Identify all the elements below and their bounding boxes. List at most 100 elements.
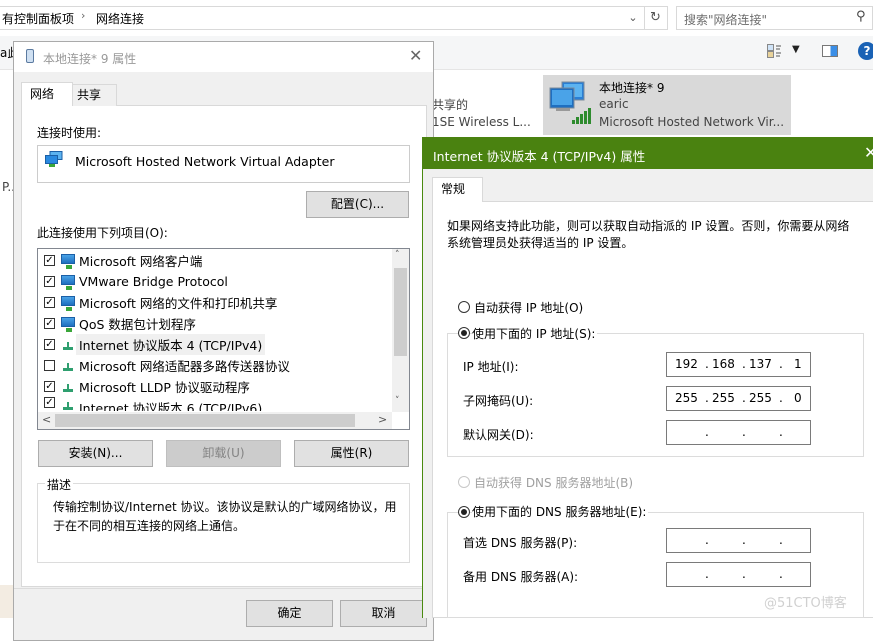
address-dropdown-icon[interactable]: ⌄ — [624, 8, 642, 28]
close-icon[interactable]: ✕ — [864, 143, 873, 162]
ip-dot: . — [742, 357, 746, 371]
refresh-icon[interactable]: ↻ — [644, 7, 666, 29]
tab-general[interactable]: 常规 — [432, 177, 483, 202]
wireless-connection-status[interactable]: 共享的 — [432, 96, 468, 113]
item-checkbox[interactable]: ✓ — [44, 275, 55, 287]
ip-octet[interactable]: 168 — [712, 357, 735, 371]
alternate-dns-input[interactable]: ... — [666, 562, 811, 587]
item-label: Microsoft 网络客户端 — [79, 253, 203, 269]
search-icon[interactable]: ⚲ — [856, 9, 866, 24]
item-label: Microsoft LLDP 协议驱动程序 — [79, 379, 250, 395]
properties-button[interactable]: 属性(R) — [294, 440, 409, 467]
service-icon — [61, 274, 75, 290]
scroll-up-icon[interactable]: ˄ — [395, 250, 400, 260]
cancel-button[interactable]: 取消 — [340, 600, 427, 627]
connection-network: earic — [599, 97, 629, 111]
protocol-icon — [61, 397, 75, 411]
list-item[interactable]: Microsoft 网络适配器多路传送器协议 — [44, 355, 293, 375]
item-checkbox[interactable]: ✓ — [44, 254, 55, 266]
tab-network[interactable]: 网络 — [21, 82, 73, 106]
items-label: 此连接使用下列项目(O): — [37, 226, 168, 240]
ip-dot: . — [705, 391, 709, 405]
scroll-right-icon[interactable]: > — [378, 413, 387, 426]
item-label: Internet 协议版本 4 (TCP/IPv4) — [76, 333, 266, 355]
ip-dot: . — [705, 567, 709, 581]
intro-text: 如果网络支持此功能，则可以获取自动指派的 IP 设置。否则，你需要从网络系统管理… — [447, 219, 850, 250]
preferred-dns-label: 首选 DNS 服务器(P): — [463, 536, 578, 550]
item-label: VMware Bridge Protocol — [79, 273, 228, 289]
ip-octet[interactable]: 1 — [794, 357, 802, 371]
item-checkbox[interactable] — [44, 359, 55, 371]
auto-ip-label[interactable]: 自动获得 IP 地址(O) — [474, 299, 583, 316]
auto-ip-radio[interactable] — [458, 301, 470, 313]
vertical-scroll-thumb[interactable] — [394, 268, 407, 356]
item-label: Microsoft 网络的文件和打印机共享 — [79, 295, 278, 311]
breadcrumb-current[interactable]: 网络连接 — [96, 10, 144, 27]
default-gateway-input[interactable]: ... — [666, 420, 811, 445]
auto-dns-label: 自动获得 DNS 服务器地址(B) — [474, 476, 634, 490]
manual-ip-label[interactable]: 使用下面的 IP 地址(S): — [472, 325, 598, 342]
wireless-connection-device[interactable]: 1SE Wireless L... — [432, 115, 531, 129]
ip-octet[interactable]: 0 — [794, 391, 802, 405]
connect-using-label: 连接时使用: — [37, 126, 102, 140]
ip-dot: . — [705, 533, 709, 547]
item-checkbox[interactable]: ✓ — [44, 338, 55, 350]
description-text: 传输控制协议/Internet 协议。该协议是默认的广域网络协议，用于在不同的相… — [53, 500, 397, 533]
list-item[interactable]: ✓ VMware Bridge Protocol — [44, 271, 231, 291]
preferred-dns-input[interactable]: ... — [666, 528, 811, 553]
protocol-icon — [61, 358, 75, 372]
ip-octet[interactable]: 255 — [675, 391, 698, 405]
ip-dot: . — [779, 567, 783, 581]
install-button[interactable]: 安装(N)... — [38, 440, 153, 467]
breadcrumb-parent[interactable]: 有控制面板项 — [2, 10, 74, 27]
ip-octet[interactable]: 192 — [675, 357, 698, 371]
auto-dns-radio — [458, 476, 470, 488]
ip-dot: . — [705, 425, 709, 439]
ip-dot: . — [742, 533, 746, 547]
item-label: Internet 协议版本 6 (TCP/IPv6) — [79, 401, 263, 411]
manual-dns-label[interactable]: 使用下面的 DNS 服务器地址(E): — [472, 503, 649, 520]
list-item[interactable]: ✓ Microsoft LLDP 协议驱动程序 — [44, 376, 253, 396]
network-connection-icon — [549, 81, 591, 124]
list-item[interactable]: ✓ Internet 协议版本 6 (TCP/IPv6) — [44, 397, 265, 411]
list-item[interactable]: ✓ Microsoft 网络的文件和打印机共享 — [44, 292, 280, 312]
item-checkbox[interactable]: ✓ — [44, 296, 55, 308]
ip-dot: . — [742, 567, 746, 581]
ip-dot: . — [779, 425, 783, 439]
tab-sharing[interactable]: 共享 — [72, 84, 117, 106]
ip-octet[interactable]: 137 — [749, 357, 772, 371]
alternate-dns-label: 备用 DNS 服务器(A): — [463, 570, 579, 584]
ip-octet[interactable]: 255 — [749, 391, 772, 405]
service-icon — [61, 316, 75, 332]
ip-dot: . — [742, 425, 746, 439]
horizontal-scroll-thumb[interactable] — [55, 414, 355, 427]
ip-dot: . — [779, 391, 783, 405]
ok-button[interactable]: 确定 — [246, 600, 333, 627]
list-item[interactable]: ✓ QoS 数据包计划程序 — [44, 313, 199, 333]
subnet-mask-input[interactable]: 255 255 255 0... — [666, 386, 811, 411]
list-item[interactable]: ✓ Internet 协议版本 4 (TCP/IPv4) — [44, 333, 266, 355]
list-item[interactable]: ✓ Microsoft 网络客户端 — [44, 250, 205, 270]
view-dropdown-icon[interactable]: ▼ — [792, 44, 800, 55]
item-label: Microsoft 网络适配器多路传送器协议 — [79, 358, 290, 374]
configure-button[interactable]: 配置(C)... — [306, 191, 409, 218]
protocol-icon — [61, 379, 75, 393]
scroll-down-icon[interactable]: ˅ — [395, 396, 400, 406]
help-icon[interactable]: ? — [858, 42, 873, 60]
breadcrumb-separator-icon[interactable]: › — [81, 9, 85, 22]
service-icon — [61, 295, 75, 311]
manual-dns-radio[interactable] — [458, 506, 470, 518]
manual-ip-radio[interactable] — [458, 327, 470, 339]
item-checkbox[interactable]: ✓ — [44, 317, 55, 329]
scroll-left-icon[interactable]: < — [42, 413, 51, 426]
item-checkbox[interactable]: ✓ — [44, 380, 55, 392]
change-view-icon[interactable] — [767, 44, 781, 58]
preview-pane-icon[interactable] — [822, 45, 838, 57]
ipv4-dialog-title: Internet 协议版本 4 (TCP/IPv4) 属性 — [433, 149, 646, 164]
item-checkbox[interactable]: ✓ — [44, 397, 55, 408]
ip-address-input[interactable]: 192 168 137 1... — [666, 352, 811, 377]
description-legend: 描述 — [45, 476, 74, 493]
ip-octet[interactable]: 255 — [712, 391, 735, 405]
close-icon[interactable]: ✕ — [409, 46, 422, 65]
subnet-mask-label: 子网掩码(U): — [463, 394, 534, 408]
